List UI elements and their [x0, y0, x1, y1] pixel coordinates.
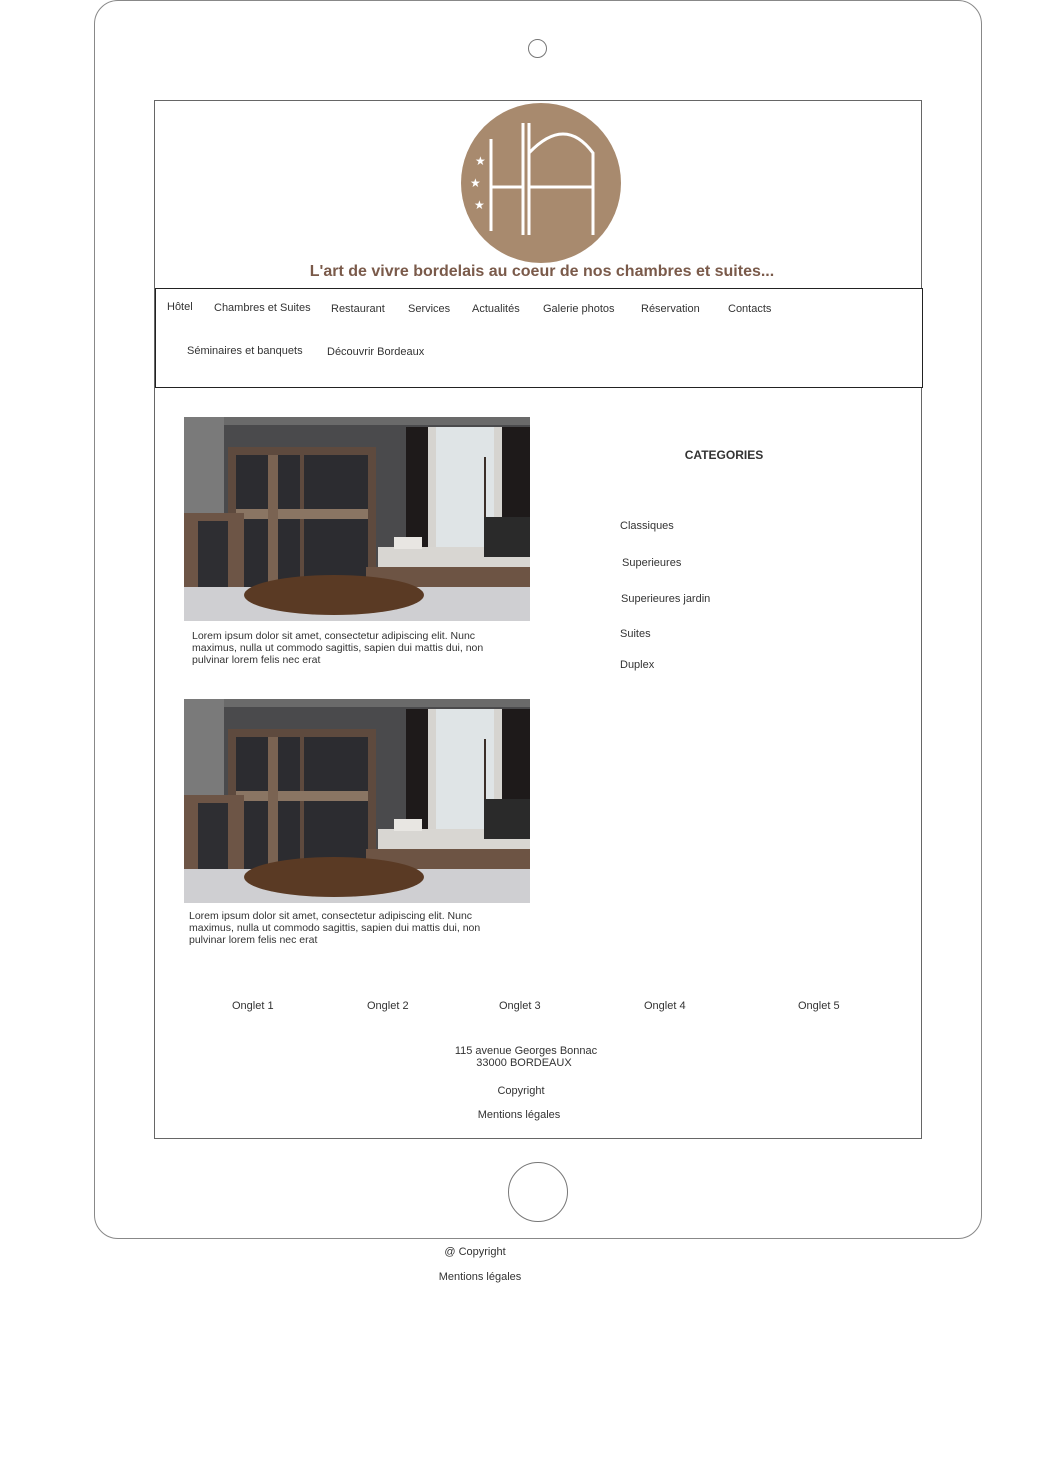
category-superieures-jardin[interactable]: Superieures jardin: [621, 593, 710, 605]
legal-notice-link[interactable]: Mentions légales: [459, 1109, 579, 1121]
logo-icon: ★ ★ ★: [461, 103, 621, 263]
tab-onglet-3[interactable]: Onglet 3: [499, 1000, 541, 1012]
tab-onglet-2[interactable]: Onglet 2: [367, 1000, 409, 1012]
room-image[interactable]: [184, 699, 530, 903]
svg-text:★: ★: [474, 198, 485, 212]
address-line-2: 33000 BORDEAUX: [476, 1057, 572, 1069]
nav-item-reservation[interactable]: Réservation: [641, 303, 700, 315]
copyright-link[interactable]: Copyright: [471, 1085, 571, 1097]
tab-onglet-4[interactable]: Onglet 4: [644, 1000, 686, 1012]
room-description: Lorem ipsum dolor sit amet, consectetur …: [189, 910, 481, 946]
tagline: L'art de vivre bordelais au coeur de nos…: [309, 263, 775, 280]
category-classiques[interactable]: Classiques: [620, 520, 674, 532]
address-line-1: 115 avenue Georges Bonnac: [454, 1045, 598, 1057]
nav-item-seminaires[interactable]: Séminaires et banquets: [187, 345, 303, 357]
svg-text:★: ★: [470, 176, 481, 190]
nav-item-hotel[interactable]: Hôtel: [167, 301, 193, 313]
room-description: Lorem ipsum dolor sit amet, consectetur …: [192, 630, 484, 666]
nav-item-restaurant[interactable]: Restaurant: [331, 303, 385, 315]
nav-item-decouvrir[interactable]: Découvrir Bordeaux: [327, 346, 424, 358]
room-image[interactable]: [184, 417, 530, 621]
nav-item-contacts[interactable]: Contacts: [728, 303, 771, 315]
camera-icon: [528, 39, 547, 58]
tab-onglet-5[interactable]: Onglet 5: [798, 1000, 840, 1012]
category-superieures[interactable]: Superieures: [622, 557, 681, 569]
svg-text:★: ★: [475, 154, 486, 168]
outer-copyright-link[interactable]: @ Copyright: [425, 1246, 525, 1258]
hotel-logo[interactable]: ★ ★ ★: [461, 103, 621, 263]
category-suites[interactable]: Suites: [620, 628, 651, 640]
nav-item-actualites[interactable]: Actualités: [472, 303, 520, 315]
category-duplex[interactable]: Duplex: [620, 659, 654, 671]
nav-item-chambres[interactable]: Chambres et Suites: [214, 302, 311, 314]
nav-item-galerie[interactable]: Galerie photos: [543, 303, 615, 315]
home-button[interactable]: [508, 1162, 568, 1222]
outer-legal-notice-link[interactable]: Mentions légales: [420, 1271, 540, 1283]
categories-title: CATEGORIES: [684, 448, 764, 462]
nav-item-services[interactable]: Services: [408, 303, 450, 315]
tab-onglet-1[interactable]: Onglet 1: [232, 1000, 274, 1012]
